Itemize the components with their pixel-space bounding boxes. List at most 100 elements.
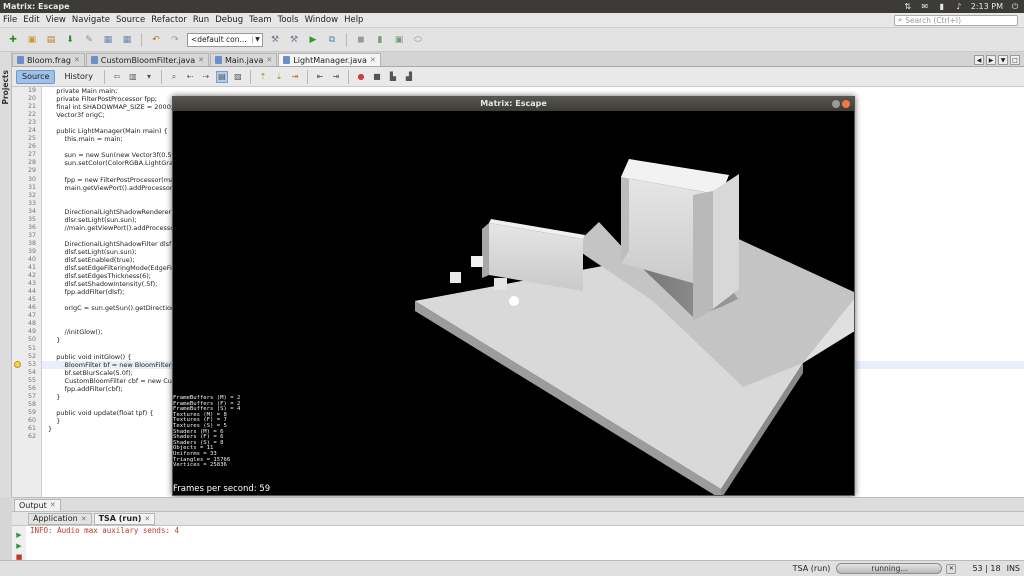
menu-navigate[interactable]: Navigate <box>69 15 113 25</box>
close-icon[interactable]: ✕ <box>74 56 80 64</box>
menu-tools[interactable]: Tools <box>275 15 302 25</box>
code-text[interactable]: dlsr.setLight(sun.sun); <box>48 216 137 224</box>
history-dropdown-icon[interactable]: ▾ <box>143 71 155 83</box>
undo-icon[interactable]: ↶ <box>149 33 163 47</box>
menu-source[interactable]: Source <box>113 15 148 25</box>
code-text[interactable]: } <box>48 425 52 433</box>
menu-debug[interactable]: Debug <box>212 15 246 25</box>
tab-custom-bloom-filter[interactable]: CustomBloomFilter.java ✕ <box>85 53 209 66</box>
cancel-process-icon[interactable]: ✕ <box>946 563 957 574</box>
game-window[interactable]: Matrix: Escape FrameBuffers (M) = 2 Fram… <box>172 96 855 496</box>
close-icon[interactable]: ✕ <box>266 56 272 64</box>
start-macro-icon[interactable]: ● <box>355 71 367 83</box>
configuration-select[interactable]: <default con... ▼ <box>187 32 263 47</box>
code-text[interactable]: DirectionalLightShadowRenderer d <box>48 208 178 216</box>
code-text[interactable]: this.main = main; <box>48 135 123 143</box>
menu-run[interactable]: Run <box>190 15 212 25</box>
close-icon[interactable] <box>842 100 850 108</box>
debug-icon[interactable]: ⧉ <box>325 33 339 47</box>
back-icon[interactable]: ⇦ <box>111 71 123 83</box>
code-text[interactable]: sun = new Sun(new Vector3f(0.5f, <box>48 151 177 159</box>
tab-application[interactable]: Application ✕ <box>28 512 92 525</box>
close-icon[interactable]: ✕ <box>198 56 204 64</box>
menu-file[interactable]: File <box>0 15 20 25</box>
find-icon[interactable]: ⌕ <box>168 71 180 83</box>
menu-team[interactable]: Team <box>246 15 274 25</box>
code-text[interactable]: fpp.addFilter(cbf); <box>48 385 123 393</box>
code-text[interactable]: origC = sun.getSun().getDirection <box>48 304 176 312</box>
output-console[interactable]: INFO: Audio max auxilary sends: 4 <box>26 526 1024 560</box>
code-line[interactable]: 19 private Main main; <box>28 87 1024 95</box>
close-icon[interactable]: ✕ <box>370 56 376 64</box>
code-text[interactable]: dlsf.setEnabled(true); <box>48 256 135 264</box>
tab-output[interactable]: Output ✕ <box>14 498 61 511</box>
code-text[interactable]: bf.setBlurScale(5.0f); <box>48 369 133 377</box>
network-icon[interactable]: ⇅ <box>903 2 913 11</box>
code-text[interactable]: //initGlow(); <box>48 328 103 336</box>
code-text[interactable]: } <box>48 393 60 401</box>
projects-side-panel[interactable]: Projects <box>0 52 12 497</box>
stop-icon[interactable]: ◼ <box>354 33 368 47</box>
menu-window[interactable]: Window <box>302 15 342 25</box>
pause-icon[interactable]: ▮ <box>373 33 387 47</box>
save-all-icon[interactable]: ▦ <box>120 33 134 47</box>
new-file-icon[interactable]: ✚ <box>6 33 20 47</box>
close-icon[interactable]: ✕ <box>50 501 56 509</box>
code-text[interactable]: dlsf.setEdgeFilteringMode(EdgeFil <box>48 264 174 272</box>
clean-build-icon[interactable]: ⚒ <box>287 33 301 47</box>
volume-icon[interactable]: ♪ <box>954 2 964 11</box>
menu-edit[interactable]: Edit <box>20 15 42 25</box>
code-text[interactable]: private FilterPostProcessor fpp; <box>48 95 157 103</box>
rerun-icon[interactable]: ▶ <box>15 531 23 539</box>
find-previous-icon[interactable]: ⇠ <box>184 71 196 83</box>
progress-bar[interactable]: running... <box>836 563 943 574</box>
search-input[interactable]: ⌕ Search (Ctrl+I) <box>894 14 1018 26</box>
power-icon[interactable]: ⏻ <box>1010 2 1020 11</box>
tab-tsa-run[interactable]: TSA (run) ✕ <box>93 512 156 525</box>
shift-right-icon[interactable]: ⇥ <box>330 71 342 83</box>
new-project-icon[interactable]: ▣ <box>25 33 39 47</box>
prev-bookmark-icon[interactable]: ⇡ <box>257 71 269 83</box>
maximize-icon[interactable]: □ <box>1010 55 1020 65</box>
tab-source[interactable]: Source <box>16 69 56 84</box>
code-text[interactable]: //main.getViewPort().addProcesso <box>48 224 175 232</box>
code-text[interactable]: dlsf.setShadowIntensity(.5f); <box>48 280 158 288</box>
chevron-left-icon[interactable]: ◀ <box>974 55 984 65</box>
code-text[interactable]: dlsf.setEdgesThickness(6); <box>48 272 151 280</box>
code-text[interactable]: private Main main; <box>48 87 117 95</box>
tools-icon[interactable]: ✎ <box>82 33 96 47</box>
save-icon[interactable]: ▦ <box>101 33 115 47</box>
game-window-titlebar[interactable]: Matrix: Escape <box>173 97 854 111</box>
code-text[interactable]: public void update(float tpf) { <box>48 409 153 417</box>
hammer-icon[interactable]: ⚒ <box>268 33 282 47</box>
code-text[interactable]: main.getViewPort().addProcessor <box>48 184 173 192</box>
code-text[interactable]: } <box>48 417 60 425</box>
chevron-down-icon[interactable]: ▼ <box>998 55 1008 65</box>
run-tests-icon[interactable]: ▙ <box>387 71 399 83</box>
code-text[interactable]: CustomBloomFilter cbf = new Cus <box>48 377 176 385</box>
download-icon[interactable]: ⬇ <box>63 33 77 47</box>
code-text[interactable]: dlsf.setLight(sun.sun); <box>48 248 137 256</box>
minimize-icon[interactable] <box>832 100 840 108</box>
close-icon[interactable]: ✕ <box>144 515 150 523</box>
clock[interactable]: 2:13 PM <box>971 2 1003 11</box>
toggle-rect-select-icon[interactable]: ▧ <box>232 71 244 83</box>
code-text[interactable]: public void initGlow() { <box>48 353 131 361</box>
menu-refactor[interactable]: Refactor <box>148 15 190 25</box>
code-text[interactable]: final int SHADOWMAP_SIZE = 2000; <box>48 103 173 111</box>
find-next-icon[interactable]: ⇢ <box>200 71 212 83</box>
tab-main-java[interactable]: Main.java ✕ <box>210 53 278 66</box>
forward-icon[interactable]: ▥ <box>127 71 139 83</box>
code-text[interactable]: Vector3f origC; <box>48 111 105 119</box>
profile-icon[interactable]: ⬭ <box>411 33 425 47</box>
toggle-highlight-icon[interactable]: ▤ <box>215 70 228 83</box>
tab-history[interactable]: History <box>59 70 97 84</box>
code-text[interactable]: fpp = new FilterPostProcessor(ma <box>48 176 175 184</box>
battery-icon[interactable]: ▮ <box>937 2 947 11</box>
open-project-icon[interactable]: ▤ <box>44 33 58 47</box>
code-text[interactable]: public LightManager(Main main) { <box>48 127 167 135</box>
tab-light-manager[interactable]: LightManager.java ✕ <box>278 53 381 66</box>
menu-view[interactable]: View <box>43 15 69 25</box>
code-text[interactable]: } <box>48 336 60 344</box>
code-text[interactable]: BloomFilter bf = new BloomFilter(B <box>48 361 179 369</box>
